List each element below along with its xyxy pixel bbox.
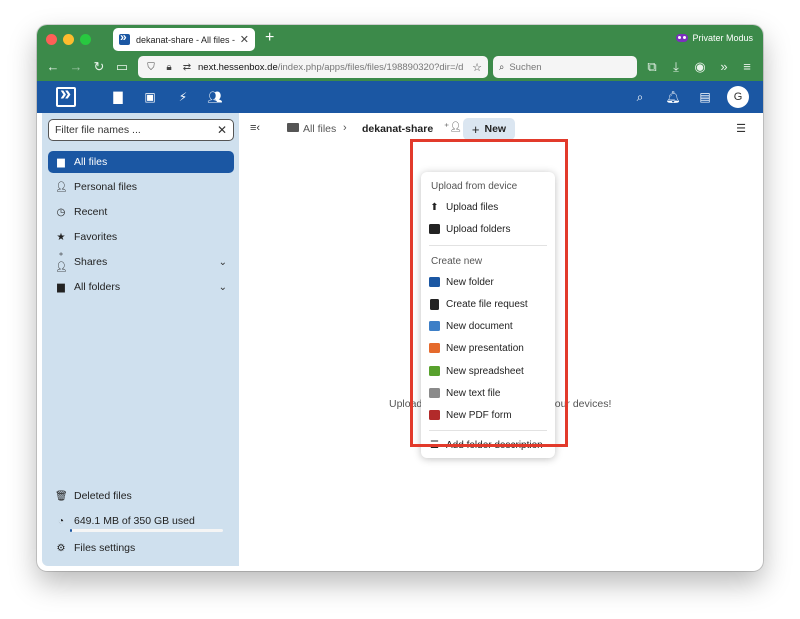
search-placeholder: Suchen xyxy=(509,61,542,73)
search-icon: ⌕ xyxy=(499,61,505,73)
pie-chart-icon: ◔ xyxy=(57,515,65,527)
nav-item-label: Deleted files xyxy=(74,490,132,502)
close-window-button[interactable] xyxy=(46,34,57,45)
chevron-right-icon: › xyxy=(343,122,347,134)
star-icon: ★ xyxy=(56,231,66,243)
activity-app-icon[interactable]: ⚡︎ xyxy=(175,89,191,105)
new-button[interactable]: + New xyxy=(463,118,515,140)
browser-tab[interactable]: dekanat-share - All files - Files ✕ xyxy=(113,28,255,51)
private-mode-label: Privater Modus xyxy=(692,33,753,43)
nav-item-personal-files[interactable]: 👤︎ Personal files xyxy=(48,176,234,198)
contacts-menu-icon[interactable]: ▤ xyxy=(697,89,713,105)
nav-item-label: Recent xyxy=(74,206,108,218)
highlight-box xyxy=(410,139,568,447)
url-text[interactable]: next.hessenbox.de/index.php/apps/files/f… xyxy=(198,62,468,73)
trash-icon: 🗑︎ xyxy=(55,490,68,502)
plus-icon: + xyxy=(471,121,480,137)
new-tab-button[interactable]: + xyxy=(265,29,274,47)
profile-icon[interactable]: ◉ xyxy=(691,58,709,76)
sidebar-toggle-icon[interactable]: ▭ xyxy=(113,58,131,76)
chevron-down-icon[interactable]: ⌄ xyxy=(219,282,227,293)
files-navigation: ✕ ▆ All files 👤︎ Personal files ◷ Recent… xyxy=(42,113,239,566)
share-user-icon: ⁺👤︎ xyxy=(55,251,68,273)
person-icon: 👤︎ xyxy=(55,181,68,193)
nav-item-label: Personal files xyxy=(74,181,138,193)
nav-item-label: Files settings xyxy=(74,542,136,554)
hamburger-menu-icon[interactable]: ≡ xyxy=(738,58,756,76)
browser-tab-bar: dekanat-share - All files - Files ✕ + Pr… xyxy=(37,25,763,54)
gear-icon: ⚙︎ xyxy=(56,542,66,554)
contacts-app-icon[interactable]: 👥︎ xyxy=(207,89,223,105)
nextcloud-header: ▇ ▣ ⚡︎ 👥︎ ⌕ 🔔︎ ▤ G xyxy=(37,81,763,113)
quota-label: 649.1 MB of 350 GB used xyxy=(74,515,195,527)
private-mask-icon xyxy=(676,34,689,42)
bookmark-star-icon[interactable]: ☆ xyxy=(472,61,482,74)
nav-item-label: Favorites xyxy=(74,231,118,243)
quota-progress-fill xyxy=(70,529,72,532)
nav-item-favorites[interactable]: ★ Favorites xyxy=(48,226,234,248)
zoom-window-button[interactable] xyxy=(80,34,91,45)
filter-file-names-field[interactable]: ✕ xyxy=(48,119,234,141)
history-clock-icon: ◷ xyxy=(56,206,66,218)
folder-icon xyxy=(287,123,299,132)
toggle-navigation-icon[interactable]: ≡‹ xyxy=(250,122,260,134)
breadcrumb-current-folder[interactable]: dekanat-share xyxy=(362,123,433,135)
nav-item-recent[interactable]: ◷ Recent xyxy=(48,201,234,223)
hessenbox-logo-icon[interactable] xyxy=(56,83,76,107)
nav-item-all-files[interactable]: ▆ All files xyxy=(48,151,234,173)
user-avatar[interactable]: G xyxy=(727,86,749,108)
forward-arrow-icon[interactable]: → xyxy=(67,58,85,76)
browser-toolbar: ← → ↻ ▭ ⛉ 🔒︎ ⇄ next.hessenbox.de/index.p… xyxy=(37,54,763,81)
browser-window: dekanat-share - All files - Files ✕ + Pr… xyxy=(37,25,763,571)
nav-item-files-settings[interactable]: ⚙︎ Files settings xyxy=(48,537,234,559)
nextcloud-favicon-icon xyxy=(119,30,130,45)
back-arrow-icon[interactable]: ← xyxy=(44,58,62,76)
tab-title: dekanat-share - All files - Files xyxy=(136,34,236,45)
lock-icon[interactable]: 🔒︎ xyxy=(162,62,176,73)
quota-progress-bar xyxy=(70,529,223,532)
nav-item-label: All folders xyxy=(74,281,121,293)
permissions-icon[interactable]: ⇄ xyxy=(180,62,194,73)
browser-search-bar[interactable]: ⌕ Suchen xyxy=(493,56,637,78)
nav-item-shares[interactable]: ⁺👤︎ Shares ⌄ xyxy=(48,251,234,273)
clear-filter-icon[interactable]: ✕ xyxy=(217,123,227,137)
filter-input[interactable] xyxy=(55,124,217,136)
overflow-chevrons-icon[interactable]: » xyxy=(715,58,733,76)
nav-item-deleted-files[interactable]: 🗑︎ Deleted files xyxy=(48,485,234,507)
breadcrumb-all-files[interactable]: All files xyxy=(303,123,336,135)
folders-icon: ▆ xyxy=(57,281,65,293)
url-bar[interactable]: ⛉ 🔒︎ ⇄ next.hessenbox.de/index.php/apps/… xyxy=(138,56,488,78)
folder-icon: ▆ xyxy=(57,156,65,168)
new-button-label: New xyxy=(484,123,507,135)
photos-app-icon[interactable]: ▣ xyxy=(142,89,158,105)
nav-item-label: Shares xyxy=(74,256,108,268)
unified-search-icon[interactable]: ⌕ xyxy=(632,89,648,105)
share-folder-icon[interactable]: ⁺👤︎ xyxy=(444,122,462,133)
nav-item-label: All files xyxy=(74,156,108,168)
nav-item-all-folders[interactable]: ▆ All folders ⌄ xyxy=(48,276,234,298)
close-tab-icon[interactable]: ✕ xyxy=(240,33,249,46)
reload-icon[interactable]: ↻ xyxy=(90,58,108,76)
notifications-bell-icon[interactable]: 🔔︎ xyxy=(665,89,681,105)
private-mode-indicator: Privater Modus xyxy=(676,33,753,43)
shield-icon[interactable]: ⛉ xyxy=(144,62,158,73)
chevron-down-icon[interactable]: ⌄ xyxy=(219,257,227,268)
files-app-icon[interactable]: ▇ xyxy=(110,89,126,105)
minimize-window-button[interactable] xyxy=(63,34,74,45)
extensions-icon[interactable]: ⧉ xyxy=(643,58,661,76)
list-view-icon[interactable]: ☰ xyxy=(736,122,746,135)
download-icon[interactable]: ⤓ xyxy=(667,58,685,76)
